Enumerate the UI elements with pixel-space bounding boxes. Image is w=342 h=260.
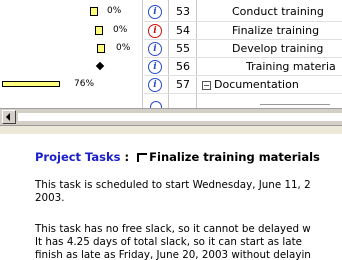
info-icon[interactable]: i bbox=[148, 42, 162, 56]
gantt-task-bar[interactable] bbox=[95, 26, 103, 35]
task-id: 54 bbox=[176, 24, 190, 37]
schedule-text: This task is scheduled to start Wednesda… bbox=[35, 179, 311, 191]
task-name-text: Documentation bbox=[214, 78, 299, 91]
info-icon[interactable]: i bbox=[148, 5, 162, 19]
scrollbar-track[interactable] bbox=[18, 113, 342, 121]
task-id: 57 bbox=[176, 78, 190, 91]
gantt-summary-bar[interactable] bbox=[2, 81, 60, 87]
panel-task-name: Finalize training materials bbox=[149, 150, 320, 164]
horizontal-scrollbar[interactable] bbox=[0, 108, 342, 125]
task-id: 56 bbox=[176, 60, 190, 73]
percent-complete: 76% bbox=[74, 79, 95, 89]
scroll-left-arrow-icon[interactable] bbox=[2, 110, 16, 124]
slack-text: finish as late as Friday, June 20, 2003 … bbox=[35, 249, 311, 260]
collapse-icon[interactable]: − bbox=[202, 80, 211, 90]
gantt-task-bar[interactable] bbox=[90, 7, 98, 16]
percent-complete: 0% bbox=[113, 25, 128, 35]
task-row[interactable]: i 56 Training materia bbox=[0, 57, 342, 75]
task-name[interactable]: − Documentation bbox=[202, 78, 299, 91]
slack-text: This task has no free slack, so it canno… bbox=[35, 223, 311, 235]
task-row-partial bbox=[0, 95, 342, 108]
slack-text: It has 4.25 days of total slack, so it c… bbox=[35, 236, 302, 248]
task-name[interactable]: Develop training bbox=[232, 42, 323, 55]
percent-complete: 0% bbox=[107, 6, 122, 16]
task-row[interactable]: 0% i 54 Finalize training bbox=[0, 21, 342, 39]
milestone-marker[interactable] bbox=[95, 61, 105, 71]
task-row[interactable]: 0% i 53 Conduct training bbox=[0, 3, 342, 21]
task-grid: 0% i 53 Conduct training 0% i 54 Finaliz… bbox=[0, 0, 342, 108]
panel-title: Project Tasks : Finalize training materi… bbox=[35, 150, 320, 164]
task-name[interactable]: Training materia bbox=[246, 60, 336, 73]
info-icon[interactable]: i bbox=[148, 60, 162, 74]
project-guide-panel: Project Tasks : Finalize training materi… bbox=[0, 134, 342, 260]
gantt-task-bar[interactable] bbox=[97, 44, 105, 53]
info-icon bbox=[150, 101, 162, 108]
panel-title-separator: : bbox=[120, 150, 134, 164]
task-id: 53 bbox=[176, 5, 190, 18]
task-id: 55 bbox=[176, 42, 190, 55]
panel-title-prefix: Project Tasks bbox=[35, 150, 121, 164]
percent-complete: 0% bbox=[116, 43, 131, 53]
task-icon bbox=[137, 153, 148, 162]
info-icon[interactable]: i bbox=[148, 24, 162, 38]
task-name[interactable]: Finalize training bbox=[232, 24, 319, 37]
partial-row-divider bbox=[260, 104, 330, 105]
schedule-text: 2003. bbox=[35, 192, 65, 204]
task-name[interactable]: Conduct training bbox=[232, 5, 324, 18]
task-row[interactable]: 0% i 55 Develop training bbox=[0, 39, 342, 57]
row-divider bbox=[144, 93, 342, 94]
info-icon[interactable]: i bbox=[148, 78, 162, 92]
task-row[interactable]: 76% i 57 − Documentation bbox=[0, 75, 342, 93]
